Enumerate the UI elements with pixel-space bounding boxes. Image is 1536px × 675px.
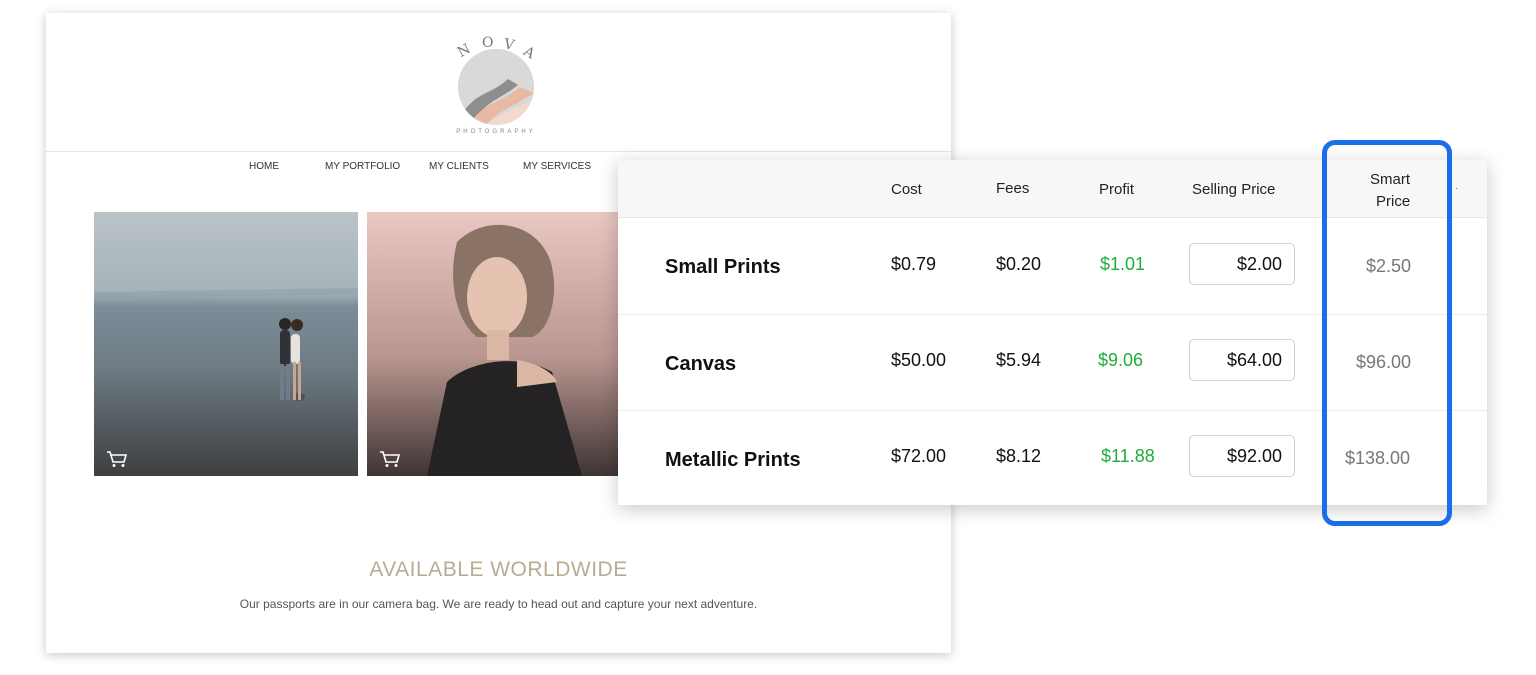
smart-price-highlight [1322,140,1452,526]
logo-subtitle: PHOTOGRAPHY [456,129,536,135]
fees-value: $5.94 [996,350,1042,370]
section-tagline: Our passports are in our camera bag. We … [239,597,758,611]
product-name: Metallic Prints [665,449,801,471]
profit-value: $11.88 [1101,446,1155,466]
header-divider [46,151,951,152]
fees-value: $0.20 [996,254,1042,274]
logo-emblem [458,49,534,125]
cost-value: $0.79 [891,254,937,274]
cost-value: $72.00 [891,446,947,466]
selling-price-input[interactable]: $92.00 [1189,435,1295,477]
nav-portfolio[interactable]: MY PORTFOLIO [325,161,400,172]
nav-clients[interactable]: MY CLIENTS [429,161,489,172]
header-fees: Fees [996,180,1030,197]
profit-value: $9.06 [1098,350,1144,370]
section-headline: AVAILABLE WORLDWIDE [369,558,628,581]
cart-icon[interactable] [106,450,128,468]
selling-price-input[interactable]: $64.00 [1189,339,1295,381]
nav-home[interactable]: HOME [249,161,279,172]
couple-beach-photo[interactable] [94,212,358,476]
header-overflow-dot: · [1455,183,1459,194]
profit-value: $1.01 [1100,254,1146,274]
nav-services[interactable]: MY SERVICES [523,161,591,172]
product-name: Small Prints [665,256,781,278]
fees-value: $8.12 [996,446,1042,466]
header-cost: Cost [891,181,922,198]
header-selling-price: Selling Price [1192,181,1276,198]
header-profit: Profit [1099,181,1135,198]
product-name: Canvas [665,353,737,375]
cost-value: $50.00 [891,350,947,370]
selling-price-input[interactable]: $2.00 [1189,243,1295,285]
cart-icon[interactable] [379,450,401,468]
woman-portrait-photo[interactable] [367,212,631,476]
